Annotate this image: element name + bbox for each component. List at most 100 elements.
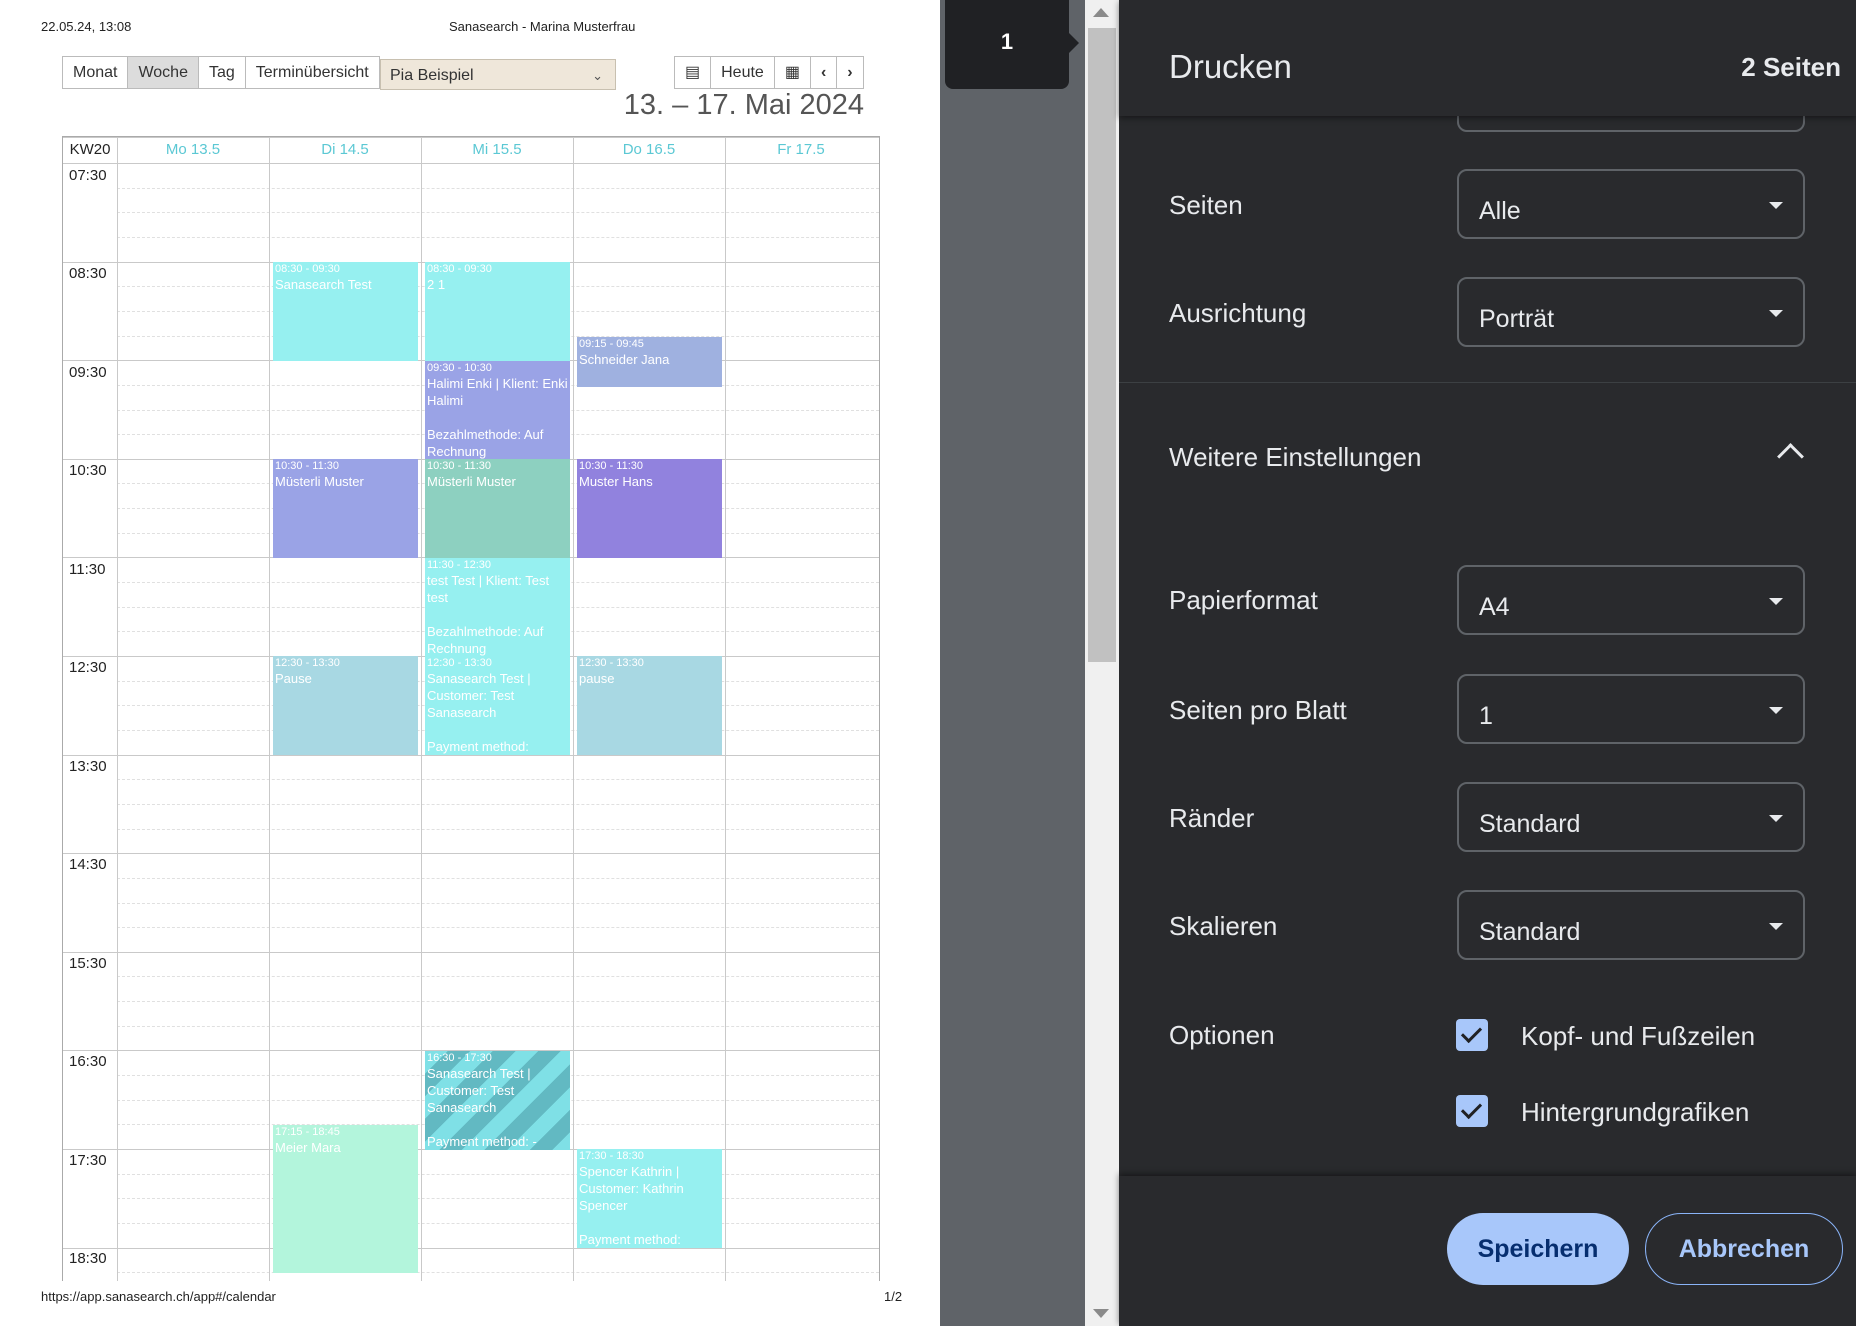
view-day-button[interactable]: Tag: [199, 57, 246, 88]
grid-line: [117, 236, 879, 238]
grid-line: [117, 902, 879, 904]
print-datetime: 22.05.24, 13:08: [41, 19, 132, 34]
grid-line: [117, 779, 879, 781]
scale-value: Standard: [1479, 918, 1581, 946]
grid-line: [269, 137, 270, 1281]
panel-header: Drucken 2 Seiten: [1119, 0, 1856, 116]
event-block[interactable]: 11:30 - 12:30 test Test | Klient: Test t…: [425, 558, 570, 656]
event-time: 12:30 - 13:30: [275, 657, 340, 669]
time-label: 16:30: [69, 1053, 107, 1070]
paper-size-value: A4: [1479, 593, 1510, 621]
scrollbar-thumb[interactable]: [1088, 28, 1116, 662]
view-week-button[interactable]: Woche: [128, 57, 199, 88]
event-title: 2 1: [427, 277, 446, 292]
event-title: Sanasearch Test: [275, 277, 372, 292]
date-range-title: 13. – 17. Mai 2024: [623, 89, 864, 121]
day-header: Do 16.5: [622, 141, 676, 158]
person-select-value: Pia Beispiel: [390, 67, 474, 84]
caret-down-icon: [1769, 707, 1783, 714]
grid-line: [63, 137, 879, 138]
cancel-button[interactable]: Abbrechen: [1645, 1213, 1843, 1285]
today-button[interactable]: Heute: [711, 57, 775, 88]
event-block[interactable]: 10:30 - 11:30 Müsterli Muster: [425, 459, 570, 558]
headers-footers-checkbox[interactable]: [1456, 1019, 1488, 1051]
event-title: Pause: [275, 671, 312, 686]
view-overview-button[interactable]: Terminübersicht: [246, 57, 379, 88]
event-block[interactable]: 08:30 - 09:30 Sanasearch Test: [273, 262, 418, 361]
grid-line: [117, 803, 879, 805]
grid-line: [117, 187, 879, 189]
grid-line: [117, 1222, 879, 1224]
caret-down-icon: [1769, 815, 1783, 822]
event-block[interactable]: 08:30 - 09:30 2 1: [425, 262, 570, 361]
time-label: 09:30: [69, 364, 107, 381]
scale-dropdown[interactable]: Standard: [1457, 890, 1805, 960]
grid-line: [63, 1247, 879, 1249]
grid-line: [117, 212, 879, 214]
page-count: 2 Seiten: [1741, 52, 1841, 82]
event-block[interactable]: 17:15 - 18:45 Meier Mara: [273, 1125, 418, 1273]
paper-size-dropdown[interactable]: A4: [1457, 565, 1805, 635]
event-block[interactable]: 12:30 - 13:30 Pause: [273, 656, 418, 755]
event-block[interactable]: 16:30 - 17:30 Sanasearch Test | Customer…: [425, 1051, 570, 1150]
pages-dropdown[interactable]: Alle: [1457, 169, 1805, 239]
event-time: 09:30 - 10:30: [427, 362, 492, 374]
event-block[interactable]: 12:30 - 13:30 Sanasearch Test | Customer…: [425, 656, 570, 755]
grid-line: [421, 137, 422, 1281]
week-number: KW20: [69, 141, 111, 158]
chevron-down-icon: ⌄: [592, 68, 603, 83]
event-block[interactable]: 09:15 - 09:45 Schneider Jana: [577, 337, 722, 387]
caret-down-icon: [1769, 923, 1783, 930]
more-settings-toggle[interactable]: Weitere Einstellungen: [1169, 442, 1421, 473]
pages-label: Seiten: [1169, 190, 1243, 220]
grid-line: [117, 927, 879, 929]
time-label: 13:30: [69, 758, 107, 775]
calendar-nav: ▤ Heute ▦ ‹ ›: [674, 56, 864, 89]
scroll-down-icon[interactable]: [1093, 1309, 1109, 1318]
pages-per-sheet-dropdown[interactable]: 1: [1457, 674, 1805, 744]
grid-line: [63, 163, 879, 164]
day-header: Fr 17.5: [777, 141, 825, 158]
background-graphics-checkbox[interactable]: [1456, 1095, 1488, 1127]
headers-footers-label[interactable]: Kopf- und Fußzeilen: [1521, 1021, 1755, 1052]
event-block[interactable]: 17:30 - 18:30 Spencer Kathrin | Customer…: [577, 1149, 722, 1248]
orientation-dropdown[interactable]: Porträt: [1457, 277, 1805, 347]
event-time: 17:15 - 18:45: [275, 1126, 340, 1138]
event-time: 12:30 - 13:30: [579, 657, 644, 669]
margins-dropdown[interactable]: Standard: [1457, 782, 1805, 852]
pages-value: Alle: [1479, 197, 1521, 225]
event-time: 08:30 - 09:30: [427, 263, 492, 275]
time-label: 10:30: [69, 462, 107, 479]
grid-line: [117, 1001, 879, 1003]
view-month-button[interactable]: Monat: [63, 57, 129, 88]
grid-line: [63, 853, 879, 855]
prev-week-icon[interactable]: ‹: [811, 57, 838, 88]
pages-per-sheet-value: 1: [1479, 702, 1493, 730]
scroll-up-icon[interactable]: [1093, 8, 1109, 17]
time-label: 11:30: [69, 561, 106, 578]
grid-line: [117, 1272, 879, 1274]
list-view-icon[interactable]: ▤: [675, 57, 712, 88]
week-calendar-grid: KW20 Mo 13.5 Di 14.5 Mi 15.5 Do 16.5 Fr …: [62, 136, 880, 1281]
chevron-up-icon[interactable]: [1777, 443, 1804, 470]
event-block[interactable]: 10:30 - 11:30 Muster Hans: [577, 459, 722, 558]
background-graphics-label[interactable]: Hintergrundgrafiken: [1521, 1097, 1749, 1128]
event-time: 11:30 - 12:30: [427, 559, 492, 571]
person-select[interactable]: Pia Beispiel ⌄: [380, 59, 616, 90]
next-week-icon[interactable]: ›: [837, 57, 862, 88]
page-thumbnail-number[interactable]: 1: [945, 0, 1069, 89]
event-block[interactable]: 10:30 - 11:30 Müsterli Muster: [273, 459, 418, 558]
event-title: Sanasearch Test | Customer: Test Sanasea…: [427, 671, 531, 754]
caret-down-icon: [1769, 202, 1783, 209]
calendar-picker-icon[interactable]: ▦: [775, 57, 811, 88]
event-title: Spencer Kathrin | Customer: Kathrin Spen…: [579, 1164, 684, 1247]
event-block[interactable]: 12:30 - 13:30 pause: [577, 656, 722, 755]
event-time: 09:15 - 09:45: [579, 338, 644, 350]
event-block[interactable]: 09:30 - 10:30 Halimi Enki | Klient: Enki…: [425, 361, 570, 459]
print-settings-panel: Drucken 2 Seiten Seiten Alle Ausrichtung…: [1119, 0, 1856, 1326]
time-label: 07:30: [69, 167, 107, 184]
time-label: 18:30: [69, 1250, 107, 1267]
save-button[interactable]: Speichern: [1447, 1213, 1629, 1285]
event-title: test Test | Klient: Test test Bezahlmeth…: [427, 573, 550, 656]
print-title: Sanasearch - Marina Musterfrau: [449, 19, 636, 34]
